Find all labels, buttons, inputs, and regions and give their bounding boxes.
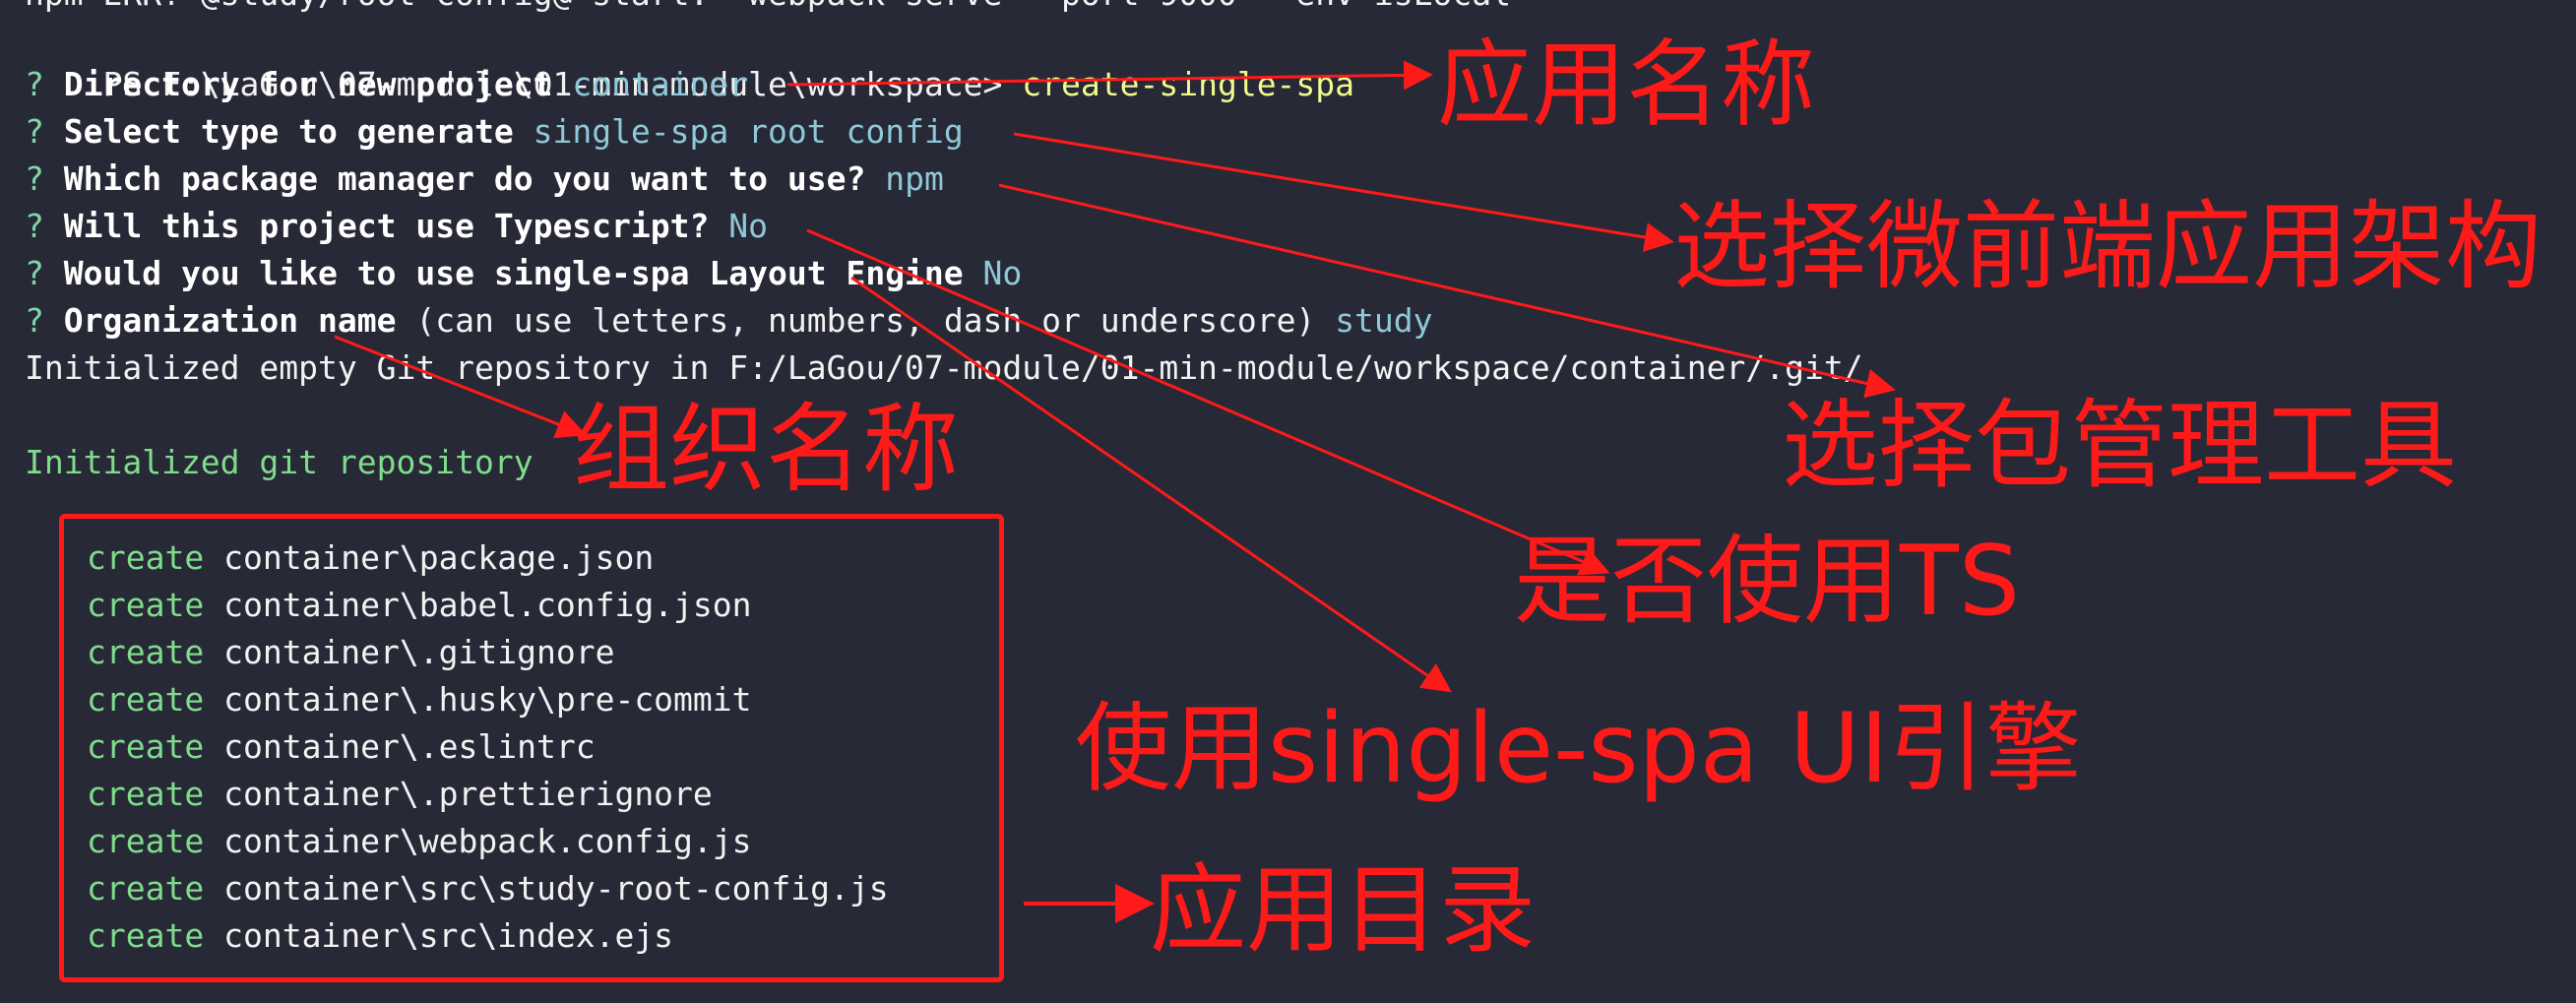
question-mark: ? [25, 65, 44, 103]
question-mark: ? [25, 159, 44, 198]
question-mark: ? [25, 207, 44, 245]
command-text: create-single-spa [1022, 65, 1355, 103]
question-line-package-manager: ? Which package manager do you want to u… [25, 156, 944, 203]
question-line-organization: ? Organization name (can use letters, nu… [25, 297, 1433, 345]
terminal-window[interactable]: npm ERR! @study/root-config@ start: `web… [0, 0, 2576, 1003]
created-file-line: create container\.husky\pre-commit [87, 676, 752, 723]
annotation-select-arch: 选择微前端应用架构 [1673, 191, 2543, 303]
file-path: container\.prettierignore [223, 775, 713, 813]
created-file-line: create container\.gitignore [87, 629, 614, 676]
file-path: container\webpack.config.js [223, 822, 752, 860]
file-path: container\babel.config.json [223, 586, 752, 624]
question-mark: ? [25, 112, 44, 151]
create-keyword: create [87, 538, 205, 577]
answer-text: No [728, 207, 769, 245]
question-mark: ? [25, 254, 44, 292]
question-text: Organization name [63, 301, 397, 340]
create-keyword: create [87, 680, 205, 719]
question-line-typescript: ? Will this project use Typescript? No [25, 203, 768, 250]
file-path: container\src\index.ejs [223, 916, 674, 955]
question-text: Will this project use Typescript? [63, 207, 710, 245]
answer-text: No [982, 254, 1023, 292]
create-keyword: create [87, 775, 205, 813]
create-keyword: create [87, 869, 205, 908]
create-keyword: create [87, 822, 205, 860]
question-text: Select type to generate [63, 112, 514, 151]
answer-text: single-spa root config [533, 112, 964, 151]
annotation-select-pkg: 选择包管理工具 [1782, 390, 2458, 502]
question-text: Would you like to use single-spa Layout … [63, 254, 964, 292]
created-file-line: create container\package.json [87, 534, 654, 582]
created-file-line: create container\src\study-root-config.j… [87, 865, 889, 912]
created-file-line: create container\src\index.ejs [87, 912, 673, 960]
git-done-message: Initialized git repository [25, 443, 534, 481]
created-file-line: create container\webpack.config.js [87, 818, 752, 865]
file-path: container\.husky\pre-commit [223, 680, 752, 719]
question-line-type: ? Select type to generate single-spa roo… [25, 108, 964, 156]
answer-text: study [1335, 301, 1433, 340]
file-path: container\.gitignore [223, 633, 615, 671]
created-file-line: create container\babel.config.json [87, 582, 752, 629]
create-keyword: create [87, 916, 205, 955]
question-text: Directory for new project [63, 65, 553, 103]
file-path: container\.eslintrc [223, 727, 596, 766]
git-init-message: Initialized empty Git repository in F:/L… [25, 348, 1863, 387]
create-keyword: create [87, 727, 205, 766]
annotation-use-layout: 使用single-spa UI引擎 [1075, 693, 2082, 805]
file-path: container\package.json [223, 538, 655, 577]
created-file-line: create container\.prettierignore [87, 771, 713, 818]
question-line-layout-engine: ? Would you like to use single-spa Layou… [25, 250, 1022, 297]
question-mark: ? [25, 301, 44, 340]
create-keyword: create [87, 586, 205, 624]
answer-text: npm [885, 159, 944, 198]
question-hint: (can use letters, numbers, dash or under… [415, 301, 1316, 340]
annotation-use-ts: 是否使用TS [1514, 526, 2021, 638]
question-text: Which package manager do you want to use… [63, 159, 866, 198]
annotation-app-dir: 应用目录 [1150, 854, 1537, 967]
annotation-org-name: 组织名称 [573, 394, 960, 506]
file-path: container\src\study-root-config.js [223, 869, 889, 908]
question-line-directory: ? Directory for new project container [25, 61, 748, 108]
annotation-app-name: 应用名称 [1437, 30, 1815, 140]
create-keyword: create [87, 633, 205, 671]
created-file-line: create container\.eslintrc [87, 723, 596, 771]
answer-text: container [572, 65, 749, 103]
